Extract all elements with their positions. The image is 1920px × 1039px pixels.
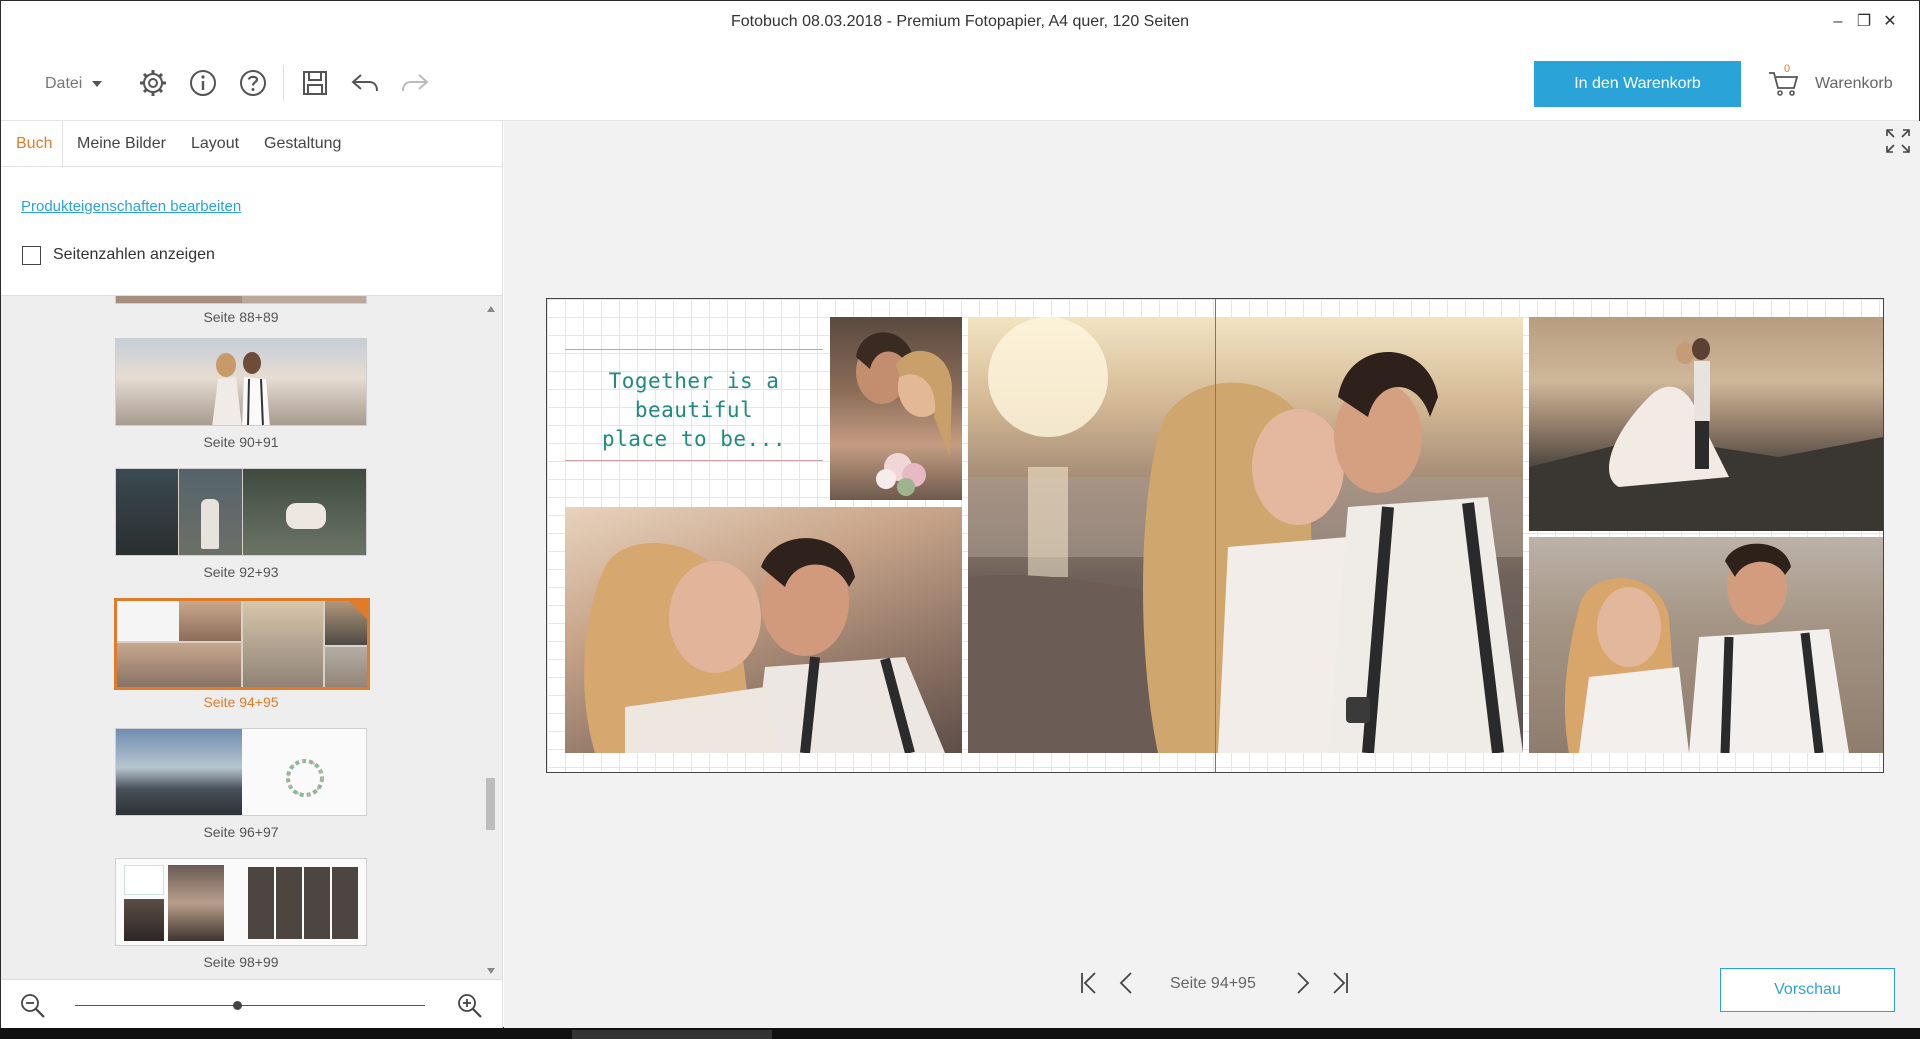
close-button[interactable]: ✕ xyxy=(1879,11,1901,33)
toolbar-separator xyxy=(283,65,284,101)
laughing-couple-photo-art xyxy=(1564,543,1849,753)
zoom-slider-handle[interactable] xyxy=(233,1001,242,1010)
couple-embrace-photo-art xyxy=(968,317,1523,753)
help-icon[interactable] xyxy=(237,67,269,99)
cart-link[interactable]: Warenkorb xyxy=(1815,75,1893,93)
zoom-in-icon[interactable] xyxy=(456,992,484,1020)
couple-photo-art xyxy=(856,332,952,496)
show-page-numbers-label: Seitenzahlen anzeigen xyxy=(53,246,215,263)
chevron-down-icon xyxy=(92,80,103,87)
spread-fold-line xyxy=(1215,299,1216,772)
file-menu[interactable]: Datei xyxy=(45,75,103,93)
info-icon[interactable] xyxy=(187,67,219,99)
thumbnail-photo xyxy=(179,601,241,641)
tab-buch[interactable]: Buch xyxy=(6,121,64,168)
thumbnail-label: Seite 88+89 xyxy=(203,309,279,325)
tab-layout[interactable]: Layout xyxy=(181,121,249,167)
file-menu-label: Datei xyxy=(45,75,83,92)
fullscreen-icon[interactable] xyxy=(1884,127,1912,155)
quote-divider xyxy=(565,349,823,350)
quote-line-3: place to be... xyxy=(601,427,786,451)
zoom-out-icon[interactable] xyxy=(19,992,47,1020)
quote-line-2: beautiful xyxy=(634,398,754,422)
wreath-icon xyxy=(286,759,324,797)
next-page-icon[interactable] xyxy=(1288,968,1316,998)
show-page-numbers-checkbox[interactable] xyxy=(22,246,41,265)
first-page-icon[interactable] xyxy=(1075,968,1103,998)
quote-line-1: Together is a xyxy=(608,369,780,393)
window-title: Fotobuch 08.03.2018 - Premium Fotopapier… xyxy=(730,13,1190,30)
undo-icon[interactable] xyxy=(349,67,381,99)
quote-divider xyxy=(565,460,823,461)
couple-silhouette-icon xyxy=(212,352,270,425)
thumbnail-photo-grid xyxy=(248,867,360,939)
thumbnail-label-active: Seite 94+95 xyxy=(203,694,279,710)
zoom-slider-track[interactable] xyxy=(75,1005,425,1006)
thumbnail-photo xyxy=(117,643,241,687)
thumbnail-photo xyxy=(325,647,367,687)
page-thumbnails-list[interactable]: Seite 88+89 Seite 90+91 Seite 92+93 Seit… xyxy=(1,295,502,979)
restore-button[interactable]: ❐ xyxy=(1853,11,1875,33)
scroll-up-arrow-icon[interactable] xyxy=(487,306,495,312)
photo-slot[interactable] xyxy=(1529,317,1883,531)
tab-gestaltung[interactable]: Gestaltung xyxy=(254,121,351,167)
taskbar-item[interactable] xyxy=(572,1030,772,1039)
page-thumbnail[interactable] xyxy=(115,728,367,816)
current-page-indicator: Seite 94+95 xyxy=(1170,975,1256,992)
page-thumbnail-active[interactable] xyxy=(114,598,370,690)
page-navigator: Seite 94+95 xyxy=(504,964,1920,1004)
thumbnail-photo xyxy=(243,601,323,687)
thumbnail-right-page xyxy=(242,296,366,303)
scroll-down-arrow-icon[interactable] xyxy=(487,968,495,974)
zoom-bar xyxy=(1,979,502,1029)
quote-text: Together is a beautiful place to be... xyxy=(565,367,823,454)
os-taskbar xyxy=(0,1028,1920,1039)
couple-on-rocks-photo-art xyxy=(1529,338,1883,531)
last-page-icon[interactable] xyxy=(1326,968,1354,998)
thumbnail-figure xyxy=(286,503,326,529)
thumbnail-label: Seite 98+99 xyxy=(203,954,279,970)
page-thumbnail[interactable] xyxy=(115,468,367,556)
photo-slot[interactable] xyxy=(565,507,962,753)
thumbnail-quote xyxy=(124,865,164,895)
thumbnail-photo xyxy=(116,469,178,555)
thumbnail-quote xyxy=(117,601,179,641)
thumbnail-photo xyxy=(124,899,164,941)
redo-icon[interactable] xyxy=(399,67,431,99)
editor-canvas: Together is a beautiful place to be... S… xyxy=(504,121,1920,1029)
tab-meine-bilder[interactable]: Meine Bilder xyxy=(67,121,176,167)
title-bar: Fotobuch 08.03.2018 - Premium Fotopapier… xyxy=(1,1,1919,43)
couple-kiss-photo-art xyxy=(584,538,945,753)
thumbnail-left-page xyxy=(116,296,242,303)
quote-text-box[interactable]: Together is a beautiful place to be... xyxy=(565,349,823,461)
scrollbar-thumb[interactable] xyxy=(486,778,495,830)
photo-slot[interactable] xyxy=(1529,537,1883,753)
previous-page-icon[interactable] xyxy=(1113,968,1141,998)
preview-button[interactable]: Vorschau xyxy=(1720,968,1895,1012)
thumbnail-figure xyxy=(201,499,219,549)
toolbar: Datei In den Warenkorb 0 Warenkorb xyxy=(1,43,1919,121)
thumbnail-label: Seite 92+93 xyxy=(203,564,279,580)
thumbnail-photo xyxy=(168,865,224,941)
thumbnail-photo xyxy=(116,729,242,815)
thumbnails-scrollbar[interactable] xyxy=(484,302,498,978)
gear-icon[interactable] xyxy=(137,67,169,99)
app-window: Fotobuch 08.03.2018 - Premium Fotopapier… xyxy=(0,0,1920,1029)
thumbnail-label: Seite 90+91 xyxy=(203,434,279,450)
cart-count-badge: 0 xyxy=(1784,63,1791,75)
panel-tabs: Buch Meine Bilder Layout Gestaltung xyxy=(1,121,502,168)
add-to-cart-button[interactable]: In den Warenkorb xyxy=(1534,61,1741,107)
thumbnail-label: Seite 96+97 xyxy=(203,824,279,840)
save-icon[interactable] xyxy=(299,67,331,99)
selected-check-icon xyxy=(349,601,367,619)
photo-slot[interactable] xyxy=(968,317,1523,753)
page-thumbnail[interactable] xyxy=(115,296,367,304)
page-thumbnail[interactable] xyxy=(115,858,367,946)
photobook-spread[interactable]: Together is a beautiful place to be... xyxy=(546,298,1884,773)
left-panel: Buch Meine Bilder Layout Gestaltung Prod… xyxy=(1,121,503,1029)
minimize-button[interactable]: – xyxy=(1827,11,1849,33)
page-thumbnail[interactable] xyxy=(115,338,367,426)
product-properties-link[interactable]: Produkteigenschaften bearbeiten xyxy=(21,198,241,215)
photo-slot[interactable] xyxy=(830,317,962,500)
